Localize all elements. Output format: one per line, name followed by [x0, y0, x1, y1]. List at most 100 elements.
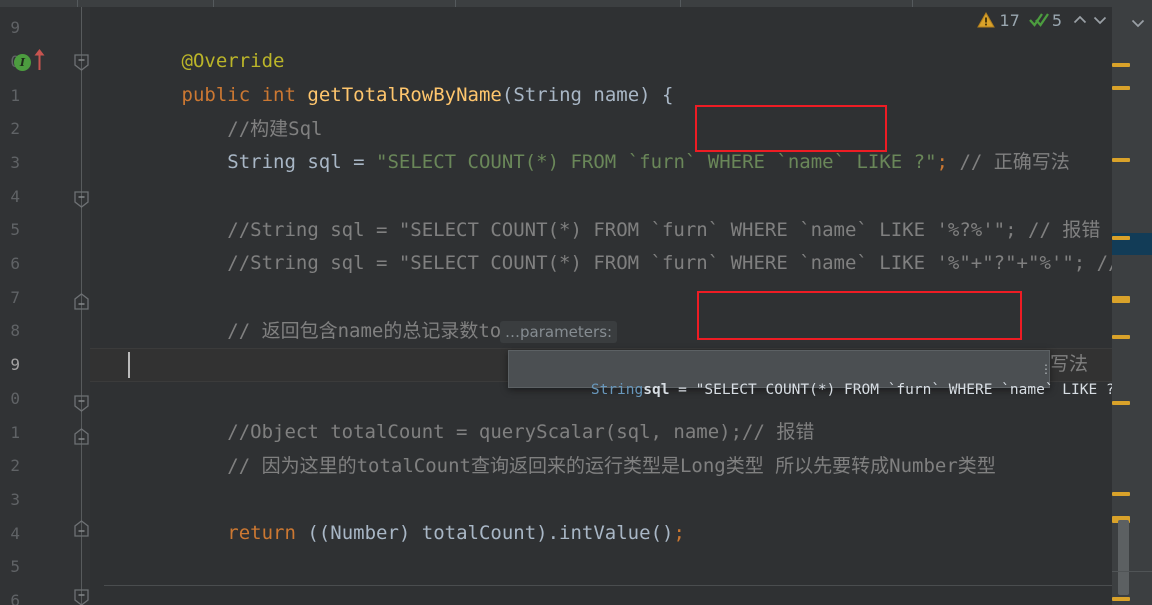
fold-collapse-icon[interactable] [74, 191, 89, 208]
fold-collapse-icon[interactable] [74, 589, 89, 605]
code-line-return[interactable]: return ((Number) totalCount).intValue(); [90, 483, 1112, 544]
gutter-line: 2 [0, 449, 90, 483]
line-number: 5 [10, 220, 20, 239]
ok-count: 5 [1051, 10, 1062, 30]
method-int-value: intValue [559, 521, 651, 544]
inspection-stripe[interactable] [1112, 492, 1130, 496]
gutter-line: 1 [0, 79, 90, 113]
line-number: 3 [10, 153, 20, 172]
run-method-icon[interactable]: I [14, 54, 31, 71]
editor-window: 9 0 1 2 3 4 5 6 7 8 9 0 1 2 3 4 5 6 I [0, 0, 1152, 605]
tab-divider [680, 0, 681, 7]
gutter-line-current: 9 [0, 348, 90, 382]
cast-close: ) totalCount). [398, 521, 560, 544]
code-line-annotation[interactable]: @Override [90, 11, 1112, 72]
tab-divider [455, 0, 456, 7]
gutter-line: 5 [0, 213, 90, 247]
semicolon: ; [936, 150, 948, 173]
line-number: 1 [10, 423, 20, 442]
code-editor[interactable]: 9 0 1 2 3 4 5 6 7 8 9 0 1 2 3 4 5 6 I [0, 7, 1152, 605]
tab-divider [912, 0, 913, 7]
assign-operator: = [353, 150, 365, 173]
comment-long-to-number: // 因为这里的totalCount查询返回来的运行类型是Long类型 所以先要… [181, 454, 996, 477]
tab-divider [213, 0, 214, 7]
cast-open: (( [295, 521, 331, 544]
fold-collapse-icon[interactable] [74, 395, 89, 412]
code-surface[interactable]: @Override public int getTotalRowByName(S… [90, 7, 1112, 605]
gutter-line: 8 [0, 314, 90, 348]
tooltip-var-name: sql [643, 382, 670, 398]
inspection-stripe[interactable] [1112, 296, 1130, 303]
inspection-stripe[interactable] [1112, 63, 1130, 67]
gutter-line: 9 [0, 11, 90, 45]
line-number: 9 [10, 18, 20, 37]
warning-triangle-icon [977, 11, 996, 29]
editor-gutter[interactable]: 9 0 1 2 3 4 5 6 7 8 9 0 1 2 3 4 5 6 I [0, 7, 90, 605]
tooltip-value: "SELECT COUNT(*) FROM `furn` WHERE `name… [695, 382, 1112, 398]
inspection-stripe[interactable] [1112, 86, 1130, 90]
line-number: 5 [10, 557, 20, 576]
code-line-javadoc-start[interactable]: /** [90, 593, 1112, 605]
section-separator [104, 585, 1112, 586]
inspection-stripe[interactable] [1112, 158, 1130, 162]
code-line-comment[interactable]: //构建Sql [90, 79, 1112, 140]
drag-handle-icon[interactable]: ⋮ [1040, 363, 1052, 375]
code-line-commented-sql-a[interactable]: //String sql = "SELECT COUNT(*) FROM `fu… [90, 180, 1112, 241]
code-line-commented-sql-b[interactable]: //String sql = "SELECT COUNT(*) FROM `fu… [90, 213, 1112, 274]
type-number: Number [330, 521, 399, 544]
gutter-line: 5 [0, 550, 90, 584]
inspection-status[interactable]: 17 5 [977, 9, 1110, 31]
line-number: 7 [10, 288, 20, 307]
documentation-tooltip[interactable]: Stringsql = "SELECT COUNT(*) FROM `furn`… [508, 350, 1112, 398]
var-sql: sql [295, 150, 354, 173]
inspection-stripe[interactable] [1112, 335, 1130, 339]
type-string: String [227, 150, 296, 173]
code-line-comment-long-type[interactable]: // 因为这里的totalCount查询返回来的运行类型是Long类型 所以先要… [90, 416, 1112, 477]
tab-divider [77, 0, 78, 7]
code-line-sql-declaration[interactable]: String sql = "SELECT COUNT(*) FROM `furn… [90, 112, 1112, 173]
comment-sql-error-b: //String sql = "SELECT COUNT(*) FROM `fu… [181, 251, 1112, 274]
line-number: 3 [10, 490, 20, 509]
line-number: 0 [10, 389, 20, 408]
code-line-comment-return-count[interactable]: // 返回包含name的总记录数totalCount [90, 281, 1112, 342]
comment-correct-usage: // 正确写法 [948, 150, 1070, 173]
line-number: 9 [10, 355, 20, 374]
semicolon: ; [673, 521, 685, 544]
warning-count: 17 [999, 10, 1020, 30]
line-number: 6 [10, 591, 20, 605]
code-line-query-args[interactable]: "%"+name+"%");// 正确写法 [90, 314, 1112, 375]
line-number: 2 [10, 119, 20, 138]
call-parens: () [650, 521, 674, 544]
override-arrow-icon[interactable] [33, 49, 46, 71]
line-number: 4 [10, 187, 20, 206]
line-number: 2 [10, 456, 20, 475]
gutter-line: 6 [0, 247, 90, 281]
keyword-return: return [227, 521, 296, 544]
gutter-line: 3 [0, 483, 90, 517]
fold-expand-icon[interactable] [74, 520, 89, 537]
vertical-scrollbar-thumb[interactable] [1118, 520, 1129, 595]
fold-expand-icon[interactable] [74, 293, 89, 310]
inspection-stripe[interactable] [1112, 236, 1130, 240]
inspection-gutter[interactable]: 17 5 [977, 0, 1152, 605]
fold-expand-icon[interactable] [74, 428, 89, 445]
inspection-stripe[interactable] [1112, 597, 1130, 601]
fold-collapse-icon[interactable] [74, 54, 89, 71]
scroll-divider [1112, 571, 1152, 572]
inspection-stripe-track[interactable] [1112, 28, 1152, 605]
chevron-down-icon[interactable] [1090, 11, 1110, 29]
line-number: 4 [10, 524, 20, 543]
double-check-icon [1028, 11, 1049, 29]
code-line-method-signature[interactable]: public int getTotalRowByName(String name… [90, 45, 1112, 106]
line-number: 1 [10, 86, 20, 105]
chevron-up-icon[interactable] [1070, 11, 1090, 29]
inspection-stripe[interactable] [1112, 401, 1130, 405]
gutter-line: 2 [0, 112, 90, 146]
tooltip-equals: = [669, 382, 696, 398]
string-literal-sql: "SELECT COUNT(*) FROM `furn` WHERE `name… [376, 150, 937, 173]
tooltip-keyword: String [590, 382, 644, 398]
line-number: 8 [10, 321, 20, 340]
